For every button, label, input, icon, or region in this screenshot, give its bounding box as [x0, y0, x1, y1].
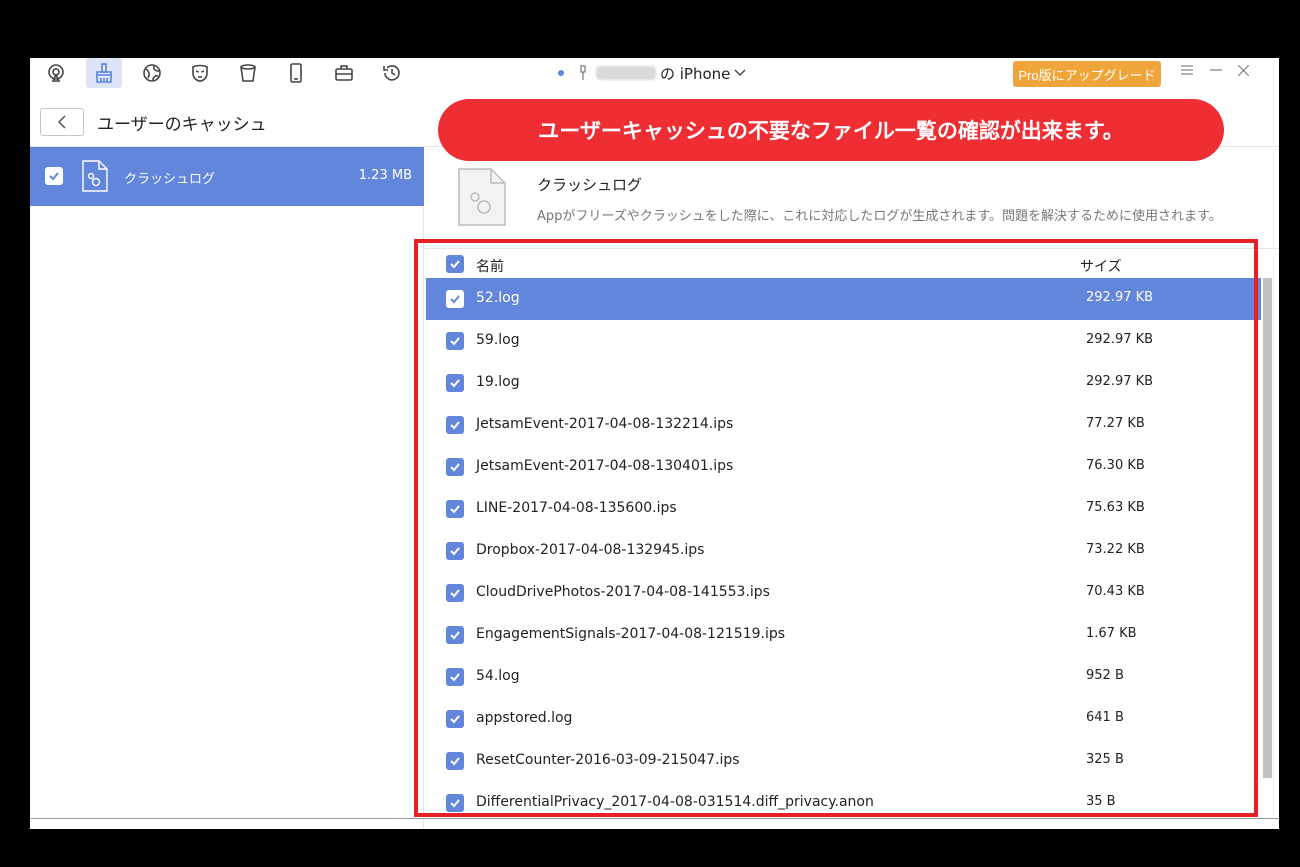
clean-brush-icon[interactable]	[86, 58, 122, 88]
close-icon[interactable]	[1232, 59, 1254, 81]
file-name: 52.log	[476, 290, 520, 306]
column-header-size[interactable]: サイズ	[1080, 256, 1122, 276]
toolbar: の iPhone Pro版にアップグレード	[30, 58, 1279, 90]
upgrade-button[interactable]: Pro版にアップグレード	[1013, 61, 1161, 87]
file-icon	[82, 160, 108, 192]
file-size: 70.43 KB	[1086, 584, 1145, 599]
row-checkbox[interactable]	[446, 710, 464, 728]
sidebar: クラッシュログ 1.23 MB	[30, 147, 424, 829]
row-checkbox[interactable]	[446, 542, 464, 560]
file-name: ResetCounter-2016-03-09-215047.ips	[476, 752, 740, 768]
row-checkbox[interactable]	[446, 416, 464, 434]
file-size: 292.97 KB	[1086, 374, 1154, 389]
file-size: 73.22 KB	[1086, 542, 1145, 557]
select-all-checkbox[interactable]	[446, 255, 464, 273]
phone-icon[interactable]	[278, 58, 314, 88]
table-row[interactable]: LINE-2017-04-08-135600.ips 75.63 KB	[426, 488, 1261, 530]
file-size: 35 B	[1086, 794, 1116, 809]
file-size: 77.27 KB	[1086, 416, 1145, 431]
table-row[interactable]: Dropbox-2017-04-08-132945.ips 73.22 KB	[426, 530, 1261, 572]
file-name: 54.log	[476, 668, 520, 684]
row-checkbox[interactable]	[446, 794, 464, 812]
connection-dot-icon	[558, 70, 564, 76]
table-header: 名前 サイズ	[426, 248, 1261, 278]
sidebar-item-size: 1.23 MB	[358, 168, 412, 183]
file-size: 292.97 KB	[1086, 332, 1154, 347]
category-description: Appがフリーズやクラッシュをした際に、これに対応したログが生成されます。問題を…	[537, 209, 1222, 224]
airplay-icon[interactable]	[38, 58, 74, 88]
file-name: JetsamEvent-2017-04-08-130401.ips	[476, 458, 734, 474]
column-header-name[interactable]: 名前	[476, 256, 504, 276]
table-row[interactable]: CloudDrivePhotos-2017-04-08-141553.ips 7…	[426, 572, 1261, 614]
table-row[interactable]: 54.log 952 B	[426, 656, 1261, 698]
table-row[interactable]: EngagementSignals-2017-04-08-121519.ips …	[426, 614, 1261, 656]
chevron-left-icon	[57, 115, 66, 129]
chevron-down-icon	[734, 69, 746, 76]
file-name: EngagementSignals-2017-04-08-121519.ips	[476, 626, 786, 642]
file-size: 1.67 KB	[1086, 626, 1137, 641]
row-checkbox[interactable]	[446, 626, 464, 644]
file-size: 641 B	[1086, 710, 1124, 725]
row-checkbox[interactable]	[446, 332, 464, 350]
row-checkbox[interactable]	[446, 374, 464, 392]
device-selector[interactable]: の iPhone	[558, 62, 747, 84]
file-name: appstored.log	[476, 710, 573, 726]
row-checkbox[interactable]	[446, 668, 464, 686]
table-row[interactable]: 59.log 292.97 KB	[426, 320, 1261, 362]
minimize-icon[interactable]	[1205, 59, 1227, 81]
file-name: 59.log	[476, 332, 520, 348]
row-checkbox[interactable]	[446, 500, 464, 518]
table-row[interactable]: appstored.log 641 B	[426, 698, 1261, 740]
toolbox-icon[interactable]	[326, 58, 362, 88]
scrollbar[interactable]	[1263, 278, 1272, 778]
row-checkbox[interactable]	[446, 290, 464, 308]
sidebar-item-crash-log[interactable]: クラッシュログ 1.23 MB	[30, 147, 424, 206]
crash-log-file-icon	[458, 168, 506, 226]
row-checkbox[interactable]	[446, 752, 464, 770]
back-button[interactable]	[40, 108, 84, 136]
menu-icon[interactable]	[1176, 59, 1198, 81]
table-row[interactable]: JetsamEvent-2017-04-08-130401.ips 76.30 …	[426, 446, 1261, 488]
table-row[interactable]: 52.log 292.97 KB	[426, 278, 1261, 320]
globe-icon[interactable]	[134, 58, 170, 88]
file-name: Dropbox-2017-04-08-132945.ips	[476, 542, 705, 558]
sidebar-item-checkbox[interactable]	[45, 167, 63, 185]
file-name: 19.log	[476, 374, 520, 390]
file-name: LINE-2017-04-08-135600.ips	[476, 500, 677, 516]
table-row[interactable]: ResetCounter-2016-03-09-215047.ips 325 B	[426, 740, 1261, 782]
file-name: CloudDrivePhotos-2017-04-08-141553.ips	[476, 584, 770, 600]
blurred-device-owner	[596, 66, 656, 80]
file-size: 76.30 KB	[1086, 458, 1145, 473]
history-icon[interactable]	[374, 58, 410, 88]
file-size: 952 B	[1086, 668, 1124, 683]
mask-icon[interactable]	[182, 58, 218, 88]
file-size: 75.63 KB	[1086, 500, 1145, 515]
sidebar-item-label: クラッシュログ	[124, 172, 216, 187]
file-size: 292.97 KB	[1086, 290, 1154, 305]
annotation-banner: ユーザーキャッシュの不要なファイル一覧の確認が出来ます。	[438, 99, 1224, 161]
trash-bin-icon[interactable]	[230, 58, 266, 88]
divider	[30, 818, 1279, 819]
category-title: クラッシュログ	[537, 176, 643, 194]
file-name: JetsamEvent-2017-04-08-132214.ips	[476, 416, 734, 432]
usb-icon	[580, 65, 586, 80]
row-checkbox[interactable]	[446, 584, 464, 602]
file-size: 325 B	[1086, 752, 1124, 767]
app-window: の iPhone Pro版にアップグレード ユーザーのキャッシュ クラッシュログ…	[30, 58, 1279, 829]
table-row[interactable]: 19.log 292.97 KB	[426, 362, 1261, 404]
table-row[interactable]: JetsamEvent-2017-04-08-132214.ips 77.27 …	[426, 404, 1261, 446]
row-checkbox[interactable]	[446, 458, 464, 476]
file-table: 名前 サイズ 52.log 292.97 KB 59.log 292.97 KB…	[426, 248, 1261, 828]
page-title: ユーザーのキャッシュ	[97, 115, 267, 135]
file-name: DifferentialPrivacy_2017-04-08-031514.di…	[476, 794, 874, 810]
device-name: の iPhone	[660, 64, 731, 83]
